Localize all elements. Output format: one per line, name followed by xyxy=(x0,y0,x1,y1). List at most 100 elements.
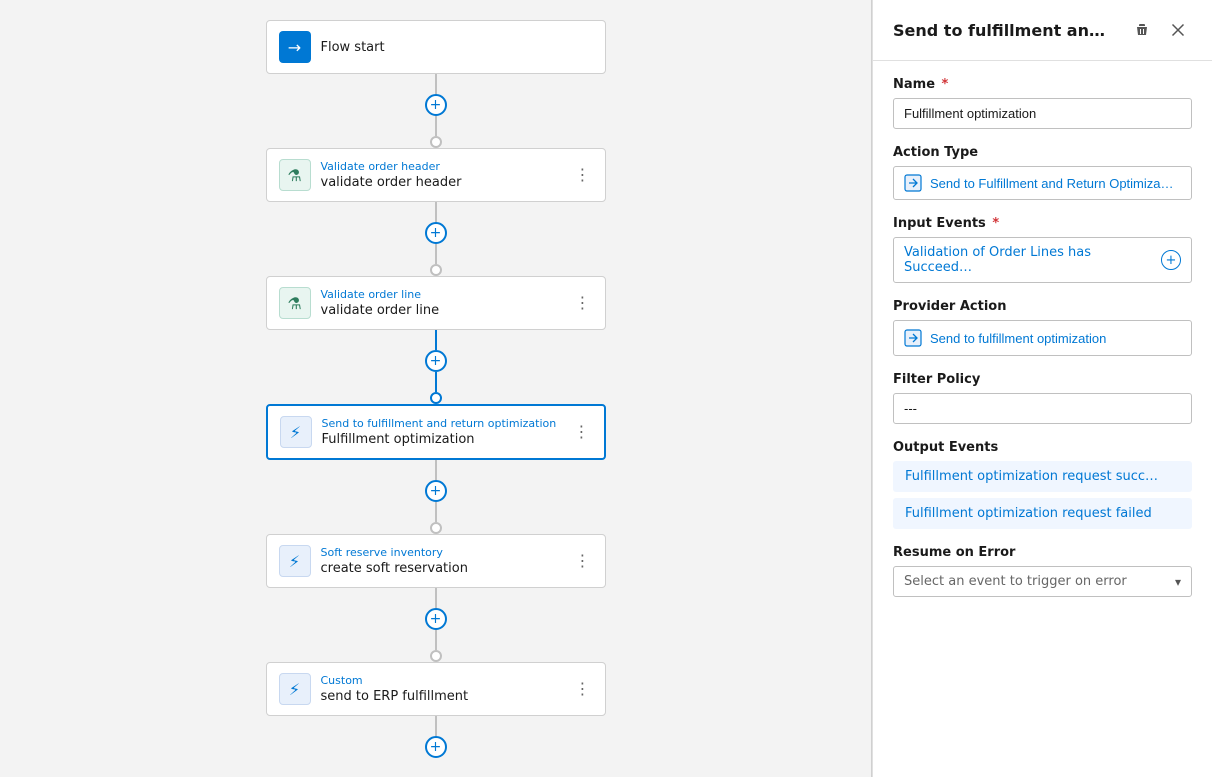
node-flow-start-icon: → xyxy=(279,31,311,63)
node-flow-start-title: Flow start xyxy=(321,40,593,55)
panel-header: Send to fulfillment an… xyxy=(873,0,1212,61)
flow-canvas: → Flow start + ⚗ Validate order header v… xyxy=(0,0,871,777)
name-label: Name * xyxy=(893,77,1192,92)
node-validate-header-title: validate order header xyxy=(321,175,573,190)
node-fulfillment-opt-subtitle: Send to fulfillment and return optimizat… xyxy=(322,417,572,430)
provider-action-field-group: Provider Action Send to fulfillment opti… xyxy=(893,299,1192,356)
connector-circle-4 xyxy=(430,650,442,662)
connector-circle-1 xyxy=(430,264,442,276)
add-node-btn-3[interactable]: + xyxy=(425,480,447,502)
node-validate-line-subtitle: Validate order line xyxy=(321,288,573,301)
input-events-value: Validation of Order Lines has Succeed… xyxy=(904,245,1161,275)
connector-line-bottom-4 xyxy=(435,630,437,650)
add-node-btn-1[interactable]: + xyxy=(425,222,447,244)
name-required-marker: * xyxy=(942,77,949,92)
node-soft-reserve-title: create soft reservation xyxy=(321,561,573,576)
resume-on-error-field-group: Resume on Error Select an event to trigg… xyxy=(893,545,1192,597)
node-soft-reserve-subtitle: Soft reserve inventory xyxy=(321,546,573,559)
connector-3: + xyxy=(425,460,447,534)
connector-line-top-4 xyxy=(435,588,437,608)
connector-line-bottom-final xyxy=(435,716,437,736)
input-events-label: Input Events * xyxy=(893,216,1192,231)
node-custom-erp-title: send to ERP fulfillment xyxy=(321,689,573,704)
lightning-icon: ⚡ xyxy=(290,423,301,442)
node-soft-reserve-menu[interactable]: ⋮ xyxy=(573,551,593,571)
panel-header-actions xyxy=(1128,16,1192,44)
delete-button[interactable] xyxy=(1128,16,1156,44)
input-events-field-group: Input Events * Validation of Order Lines… xyxy=(893,216,1192,283)
connector-0: + xyxy=(425,74,447,148)
add-node-btn-2[interactable]: + xyxy=(425,350,447,372)
node-fulfillment-opt-menu[interactable]: ⋮ xyxy=(572,422,592,442)
filter-policy-field-group: Filter Policy xyxy=(893,372,1192,424)
resume-on-error-label: Resume on Error xyxy=(893,545,1192,560)
node-validate-header-icon: ⚗ xyxy=(279,159,311,191)
output-event-item-0[interactable]: Fulfillment optimization request succ… xyxy=(893,461,1192,492)
action-type-value: Send to Fulfillment and Return Optimiza… xyxy=(930,176,1174,191)
node-custom-erp[interactable]: ⚡ Custom send to ERP fulfillment ⋮ xyxy=(266,662,606,716)
flow-inner: → Flow start + ⚗ Validate order header v… xyxy=(266,20,606,758)
output-event-item-1[interactable]: Fulfillment optimization request failed xyxy=(893,498,1192,529)
node-custom-erp-icon: ⚡ xyxy=(279,673,311,705)
node-validate-header-subtitle: Validate order header xyxy=(321,160,573,173)
add-node-btn-0[interactable]: + xyxy=(425,94,447,116)
add-node-btn-4[interactable]: + xyxy=(425,608,447,630)
node-flow-start[interactable]: → Flow start xyxy=(266,20,606,74)
input-events-selector[interactable]: Validation of Order Lines has Succeed… + xyxy=(893,237,1192,283)
node-validate-line[interactable]: ⚗ Validate order line validate order lin… xyxy=(266,276,606,330)
flask-icon: ⚗ xyxy=(287,166,301,185)
lightning-icon-3: ⚡ xyxy=(289,680,300,699)
provider-action-button[interactable]: Send to fulfillment optimization xyxy=(893,320,1192,356)
resume-on-error-select[interactable]: Select an event to trigger on error ▾ xyxy=(893,566,1192,597)
output-events-field-group: Output Events Fulfillment optimization r… xyxy=(893,440,1192,529)
connector-circle-2 xyxy=(430,392,442,404)
connector-circle-3 xyxy=(430,522,442,534)
connector-line-bottom-1 xyxy=(435,244,437,264)
connector-1: + xyxy=(425,202,447,276)
resume-on-error-placeholder: Select an event to trigger on error xyxy=(904,574,1127,589)
node-soft-reserve-icon: ⚡ xyxy=(279,545,311,577)
node-fulfillment-opt[interactable]: ⚡ Send to fulfillment and return optimiz… xyxy=(266,404,606,460)
connector-line-bottom-3 xyxy=(435,502,437,522)
node-custom-erp-menu[interactable]: ⋮ xyxy=(573,679,593,699)
connector-line-top-1 xyxy=(435,202,437,222)
node-fulfillment-opt-icon: ⚡ xyxy=(280,416,312,448)
close-button[interactable] xyxy=(1164,16,1192,44)
arrow-right-icon: → xyxy=(288,38,301,57)
node-validate-line-menu[interactable]: ⋮ xyxy=(573,293,593,313)
name-input[interactable] xyxy=(893,98,1192,129)
connector-line-top-0 xyxy=(435,74,437,94)
input-events-required-marker: * xyxy=(992,216,999,231)
connector-circle-0 xyxy=(430,136,442,148)
connector-4: + xyxy=(425,588,447,662)
node-custom-erp-content: Custom send to ERP fulfillment xyxy=(321,674,573,704)
node-validate-header[interactable]: ⚗ Validate order header validate order h… xyxy=(266,148,606,202)
output-events-label: Output Events xyxy=(893,440,1192,455)
add-input-event-btn[interactable]: + xyxy=(1161,250,1181,270)
chevron-down-icon: ▾ xyxy=(1175,575,1181,589)
connector-line-top-3 xyxy=(435,460,437,480)
filter-policy-input[interactable] xyxy=(893,393,1192,424)
flask-icon-2: ⚗ xyxy=(287,294,301,313)
node-flow-start-content: Flow start xyxy=(321,40,593,55)
panel-title: Send to fulfillment an… xyxy=(893,21,1128,40)
provider-action-value: Send to fulfillment optimization xyxy=(930,331,1106,346)
filter-policy-label: Filter Policy xyxy=(893,372,1192,387)
node-soft-reserve-content: Soft reserve inventory create soft reser… xyxy=(321,546,573,576)
output-events-list: Fulfillment optimization request succ… F… xyxy=(893,461,1192,529)
connector-line-bottom-2 xyxy=(435,372,437,392)
node-fulfillment-opt-title: Fulfillment optimization xyxy=(322,432,572,447)
node-validate-header-menu[interactable]: ⋮ xyxy=(573,165,593,185)
node-custom-erp-subtitle: Custom xyxy=(321,674,573,687)
connector-2: + xyxy=(425,330,447,404)
provider-action-label: Provider Action xyxy=(893,299,1192,314)
action-type-button[interactable]: Send to Fulfillment and Return Optimiza… xyxy=(893,166,1192,200)
node-fulfillment-opt-content: Send to fulfillment and return optimizat… xyxy=(322,417,572,447)
add-node-btn-bottom[interactable]: + xyxy=(425,736,447,758)
connector-line-bottom-0 xyxy=(435,116,437,136)
node-soft-reserve[interactable]: ⚡ Soft reserve inventory create soft res… xyxy=(266,534,606,588)
right-panel: Send to fulfillment an… Name * xyxy=(872,0,1212,777)
action-type-label: Action Type xyxy=(893,145,1192,160)
node-validate-line-icon: ⚗ xyxy=(279,287,311,319)
panel-body: Name * Action Type Send to Fulfillment a… xyxy=(873,61,1212,613)
